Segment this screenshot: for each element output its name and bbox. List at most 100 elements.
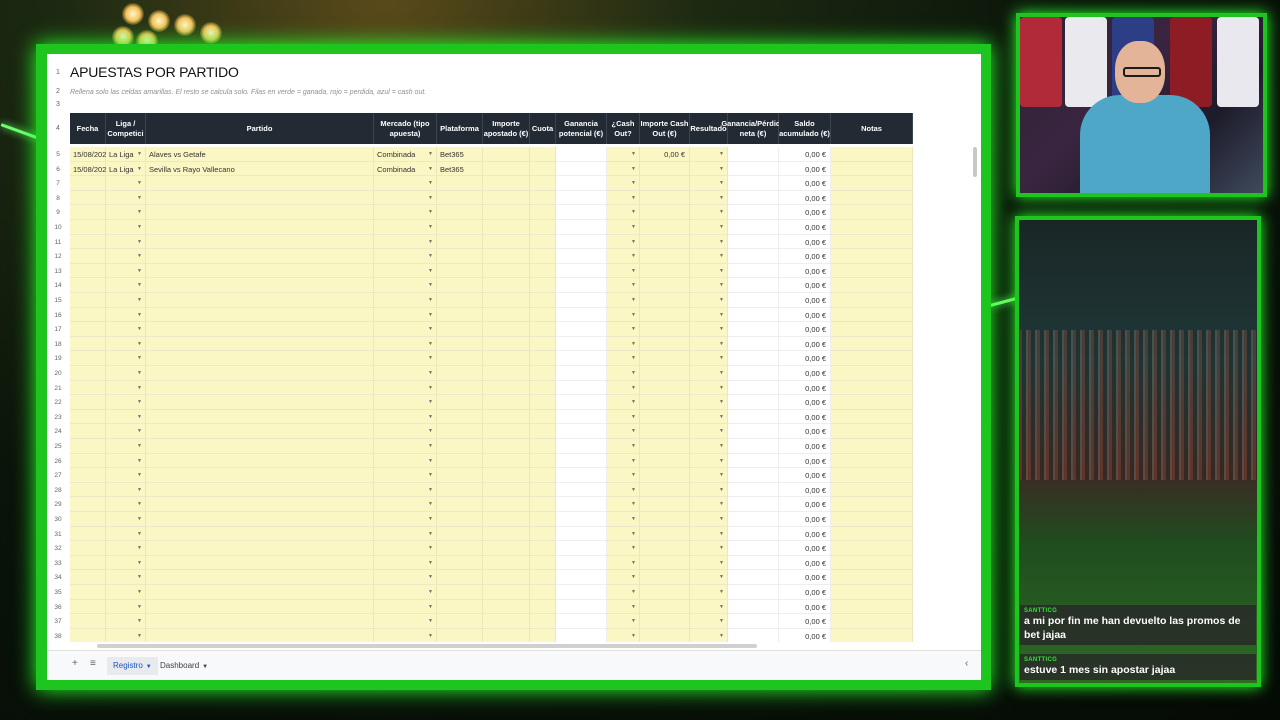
table-cell[interactable] [483, 220, 530, 235]
table-cell[interactable]: ▼ [690, 278, 728, 293]
dropdown-arrow-icon[interactable]: ▼ [428, 443, 433, 449]
table-cell[interactable]: ▼ [106, 570, 146, 585]
table-cell[interactable] [728, 409, 779, 425]
table-cell[interactable]: 0,00 € [779, 336, 831, 352]
dropdown-arrow-icon[interactable]: ▼ [428, 166, 433, 172]
table-cell[interactable] [556, 395, 607, 410]
dropdown-arrow-icon[interactable]: ▼ [631, 341, 636, 347]
table-cell[interactable]: ▼ [106, 351, 146, 366]
table-cell[interactable]: ▼ [690, 161, 728, 177]
table-cell[interactable]: ▼ [690, 205, 728, 220]
table-cell[interactable] [728, 555, 779, 571]
table-cell[interactable]: ▼ [106, 555, 146, 571]
table-cell[interactable]: 0,00 € [779, 322, 831, 337]
table-cell[interactable] [146, 468, 374, 483]
table-cell[interactable] [728, 570, 779, 585]
table-cell[interactable] [437, 220, 483, 235]
table-cell[interactable] [831, 424, 913, 439]
table-cell[interactable]: ▼ [374, 497, 437, 512]
table-cell[interactable]: ▼ [374, 278, 437, 293]
column-header[interactable]: Ganancia potencial (€) [556, 113, 607, 144]
table-cell[interactable] [483, 263, 530, 279]
table-cell[interactable] [146, 220, 374, 235]
table-cell[interactable] [728, 322, 779, 337]
table-cell[interactable] [70, 439, 106, 454]
table-cell[interactable]: ▼ [690, 439, 728, 454]
dropdown-arrow-icon[interactable]: ▼ [631, 166, 636, 172]
table-cell[interactable]: ▼ [607, 380, 640, 396]
table-cell[interactable] [437, 190, 483, 206]
table-cell[interactable] [483, 614, 530, 629]
table-cell[interactable] [70, 190, 106, 206]
table-cell[interactable] [530, 293, 556, 308]
table-cell[interactable] [146, 424, 374, 439]
table-cell[interactable] [728, 351, 779, 366]
column-header[interactable]: Fecha [70, 113, 106, 144]
table-cell[interactable] [831, 351, 913, 366]
row-number[interactable]: 25 [47, 443, 69, 450]
table-cell[interactable] [556, 147, 607, 162]
dropdown-arrow-icon[interactable]: ▼ [719, 472, 724, 478]
table-cell[interactable] [483, 336, 530, 352]
row-number[interactable]: 17 [47, 326, 69, 333]
table-cell[interactable] [530, 512, 556, 527]
table-cell[interactable]: ▼ [374, 424, 437, 439]
table-cell[interactable]: ▼ [607, 468, 640, 483]
table-cell[interactable]: ▼ [374, 220, 437, 235]
dropdown-arrow-icon[interactable]: ▼ [137, 428, 142, 434]
table-cell[interactable]: 0,00 € [779, 614, 831, 629]
table-cell[interactable]: ▼ [374, 482, 437, 498]
dropdown-arrow-icon[interactable]: ▼ [719, 195, 724, 201]
table-cell[interactable] [437, 278, 483, 293]
table-cell[interactable]: Bet365 [437, 147, 483, 162]
table-cell[interactable] [70, 512, 106, 527]
table-cell[interactable]: ▼ [374, 293, 437, 308]
column-header[interactable]: Partido [146, 113, 374, 144]
dropdown-arrow-icon[interactable]: ▼ [719, 443, 724, 449]
table-cell[interactable] [70, 220, 106, 235]
table-cell[interactable] [437, 205, 483, 220]
dropdown-arrow-icon[interactable]: ▼ [631, 574, 636, 580]
column-header[interactable]: Cuota [530, 113, 556, 144]
table-cell[interactable]: Bet365 [437, 161, 483, 177]
table-cell[interactable] [556, 176, 607, 191]
dropdown-arrow-icon[interactable]: ▼ [631, 268, 636, 274]
table-cell[interactable] [831, 307, 913, 323]
table-cell[interactable]: ▼ [106, 220, 146, 235]
table-cell[interactable] [437, 249, 483, 264]
table-cell[interactable]: 0,00 € [779, 512, 831, 527]
table-cell[interactable] [70, 409, 106, 425]
table-cell[interactable] [70, 526, 106, 542]
table-cell[interactable] [146, 351, 374, 366]
dropdown-arrow-icon[interactable]: ▼ [719, 428, 724, 434]
table-cell[interactable] [437, 614, 483, 629]
dropdown-arrow-icon[interactable]: ▼ [719, 341, 724, 347]
dropdown-arrow-icon[interactable]: ▼ [137, 560, 142, 566]
table-cell[interactable] [728, 205, 779, 220]
table-cell[interactable] [437, 351, 483, 366]
table-cell[interactable] [530, 439, 556, 454]
table-cell[interactable] [831, 336, 913, 352]
dropdown-arrow-icon[interactable]: ▼ [719, 574, 724, 580]
table-cell[interactable] [556, 555, 607, 571]
table-cell[interactable]: ▼ [607, 249, 640, 264]
all-sheets-button[interactable]: ≡ [90, 658, 96, 669]
table-cell[interactable] [146, 278, 374, 293]
table-cell[interactable] [831, 439, 913, 454]
table-cell[interactable] [556, 249, 607, 264]
table-cell[interactable] [483, 147, 530, 162]
dropdown-arrow-icon[interactable]: ▼ [631, 472, 636, 478]
dropdown-arrow-icon[interactable]: ▼ [631, 428, 636, 434]
dropdown-arrow-icon[interactable]: ▼ [428, 574, 433, 580]
table-cell[interactable] [640, 512, 690, 527]
table-cell[interactable] [483, 176, 530, 191]
table-cell[interactable] [728, 468, 779, 483]
dropdown-arrow-icon[interactable]: ▼ [719, 414, 724, 420]
table-cell[interactable] [483, 570, 530, 585]
table-cell[interactable]: ▼ [106, 176, 146, 191]
table-cell[interactable] [831, 541, 913, 556]
table-cell[interactable]: ▼ [106, 409, 146, 425]
table-cell[interactable] [146, 482, 374, 498]
dropdown-arrow-icon[interactable]: ▼ [631, 414, 636, 420]
table-cell[interactable]: ▼ [374, 249, 437, 264]
